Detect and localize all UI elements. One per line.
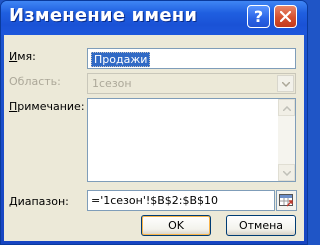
comment-scrollbar[interactable]	[278, 99, 295, 181]
scroll-up-button[interactable]	[278, 99, 295, 116]
scope-select[interactable]: 1сезон	[87, 73, 296, 94]
title-bar[interactable]: Изменение имени ?	[1, 1, 307, 35]
help-button[interactable]: ?	[247, 5, 270, 28]
rename-dialog: Изменение имени ? Имя: Продажи Область: …	[0, 0, 308, 245]
cancel-button[interactable]: Отмена	[226, 215, 296, 236]
comment-textarea[interactable]	[87, 98, 296, 182]
chevron-down-icon	[282, 82, 290, 87]
scroll-down-button[interactable]	[278, 164, 295, 181]
close-icon	[280, 11, 291, 22]
chevron-down-icon	[283, 171, 291, 176]
scope-label: Область:	[9, 75, 61, 88]
close-button[interactable]	[274, 5, 297, 28]
chevron-up-icon	[283, 106, 291, 111]
name-value: Продажи	[91, 52, 151, 67]
ok-button[interactable]: OK	[141, 215, 211, 236]
collapse-dialog-button[interactable]	[276, 190, 297, 211]
range-label: Диапазон:	[9, 195, 69, 208]
comment-label: Примечание:	[9, 100, 85, 113]
scope-dropdown-button[interactable]	[277, 75, 294, 92]
help-icon: ?	[253, 7, 264, 26]
name-label: Имя:	[9, 50, 36, 63]
range-select-icon	[279, 194, 293, 207]
range-input[interactable]: ='1сезон'!$B$2:$B$10	[87, 190, 275, 211]
range-value: ='1сезон'!$B$2:$B$10	[91, 194, 219, 207]
dialog-body: Имя: Продажи Область: 1сезон Примечание:	[4, 35, 304, 241]
name-input[interactable]: Продажи	[87, 48, 296, 69]
dialog-title: Изменение имени	[9, 5, 198, 26]
scope-value: 1сезон	[92, 77, 132, 90]
